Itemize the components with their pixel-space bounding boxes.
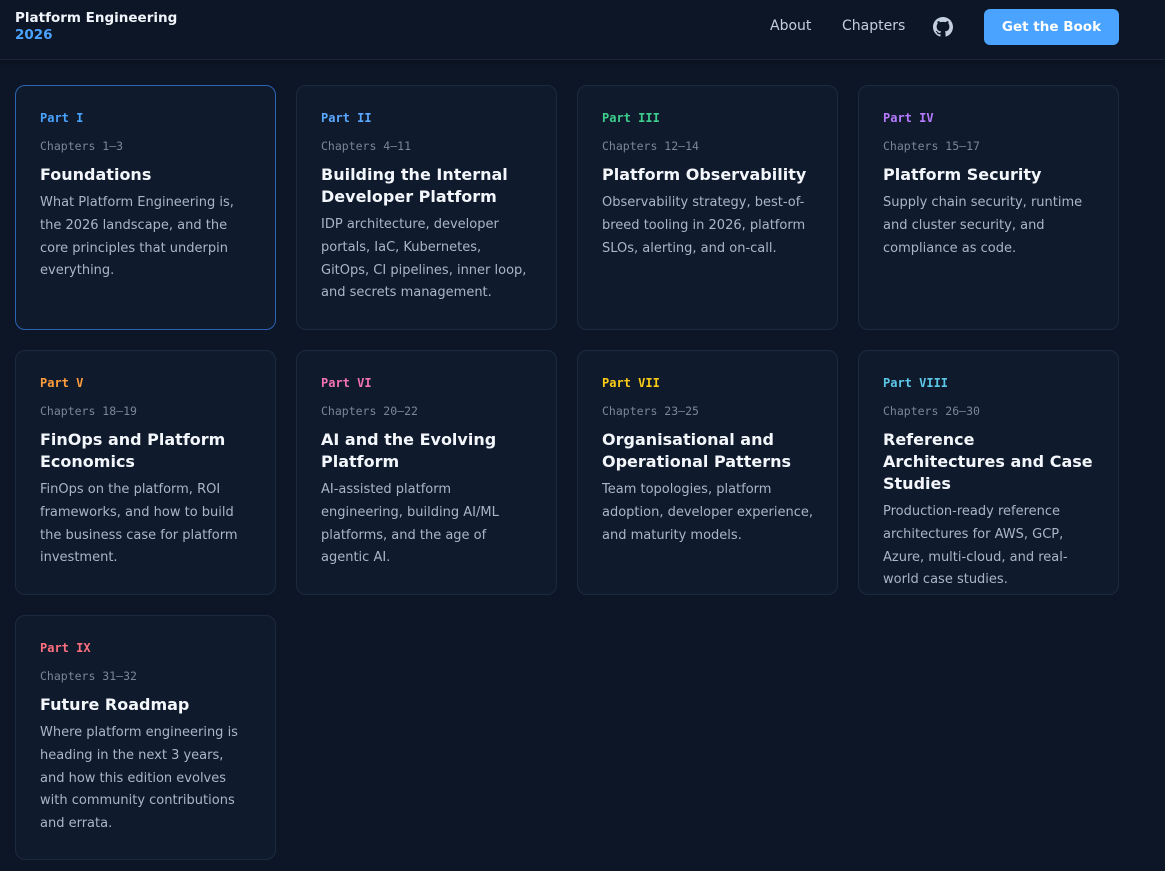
part-label: Part III — [602, 111, 660, 125]
part-title: Platform Observability — [602, 165, 807, 184]
part-label: Part II — [321, 111, 372, 125]
part-description: IDP architecture, developer portals, IaC… — [321, 217, 527, 301]
part-card[interactable]: Part IV Chapters 15–17 Platform Security Su… — [858, 85, 1119, 330]
part-description: AI-assisted platform engineering, buildi… — [321, 482, 499, 566]
part-card[interactable]: Part V Chapters 18–19 FinOps and Platform … — [15, 350, 276, 595]
nav-link-chapters[interactable]: Chapters — [842, 18, 905, 34]
part-card[interactable]: Part I Chapters 1–3 Foundations What Platfo… — [15, 85, 276, 330]
part-description: Where platform engineering is heading in… — [40, 725, 238, 832]
top-navigation-bar: Platform Engineering 2026 About Chapters… — [0, 0, 1165, 60]
nav-link-about[interactable]: About — [770, 18, 811, 34]
chapter-range: Chapters 23–25 — [602, 404, 699, 418]
part-description: Observability strategy, best-of-breed to… — [602, 195, 806, 256]
part-card[interactable]: Part VI Chapters 20–22 AI and the Evolving… — [296, 350, 557, 595]
part-title: Future Roadmap — [40, 695, 190, 714]
part-description: FinOps on the platform, ROI frameworks, … — [40, 482, 238, 566]
part-label: Part IX — [40, 641, 91, 655]
chapter-range: Chapters 26–30 — [883, 404, 980, 418]
part-label: Part VII — [602, 376, 660, 390]
chapter-range: Chapters 15–17 — [883, 139, 980, 153]
chapter-range: Chapters 18–19 — [40, 404, 137, 418]
chapter-range: Chapters 20–22 — [321, 404, 418, 418]
get-the-book-button[interactable]: Get the Book — [984, 9, 1119, 45]
part-description: Team topologies, platform adoption, deve… — [602, 482, 814, 543]
part-title: Building the Internal Developer Platform — [321, 165, 508, 206]
github-icon[interactable] — [933, 17, 953, 37]
part-card[interactable]: Part IX Chapters 31–32 Future Roadmap Where… — [15, 615, 276, 860]
part-card[interactable]: Part III Chapters 12–14 Platform Observabi… — [577, 85, 838, 330]
part-card[interactable]: Part VII Chapters 23–25 Organisational and… — [577, 350, 838, 595]
part-label: Part IV — [883, 111, 934, 125]
chapter-range: Chapters 1–3 — [40, 139, 124, 153]
brand-year: 2026 — [15, 27, 53, 43]
part-label: Part V — [40, 376, 84, 390]
part-title: Foundations — [40, 165, 152, 184]
part-title: FinOps and Platform Economics — [40, 430, 226, 471]
part-title: Platform Security — [883, 165, 1042, 184]
part-title: Organisational and Operational Patterns — [602, 430, 792, 471]
part-label: Part VIII — [883, 376, 949, 390]
part-title: AI and the Evolving Platform — [321, 430, 497, 471]
part-description: Supply chain security, runtime and clust… — [883, 195, 1083, 256]
chapter-range: Chapters 31–32 — [40, 669, 137, 683]
part-title: Reference Architectures and Case Studies — [883, 430, 1093, 493]
chapter-range: Chapters 4–11 — [321, 139, 412, 153]
site-logo[interactable]: Platform Engineering 2026 — [15, 10, 177, 44]
part-label: Part VI — [321, 376, 372, 390]
brand-name: Platform Engineering — [15, 10, 178, 26]
part-card[interactable]: Part II Chapters 4–11 Building the Interna… — [296, 85, 557, 330]
part-label: Part I — [40, 111, 84, 125]
part-card[interactable]: Part VIII Chapters 26–30 Reference Archite… — [858, 350, 1119, 595]
chapter-range: Chapters 12–14 — [602, 139, 699, 153]
parts-grid: Part I Chapters 1–3 Foundations What Platfo… — [15, 85, 1119, 860]
part-description: Production-ready reference architectures… — [883, 504, 1068, 588]
part-description: What Platform Engineering is, the 2026 l… — [40, 195, 234, 279]
